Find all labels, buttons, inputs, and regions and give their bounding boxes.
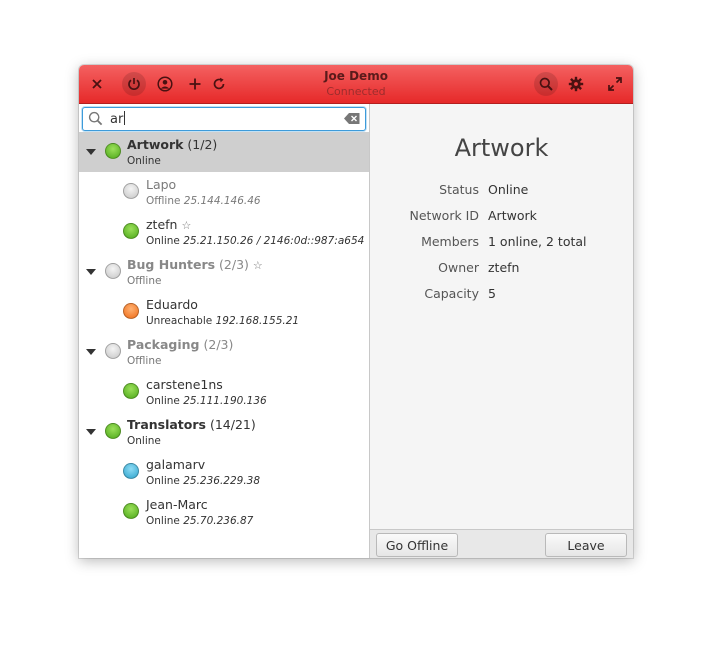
network-name: Packaging (2/3)	[127, 337, 234, 352]
network-name: Translators (14/21)	[127, 417, 256, 432]
network-name: Bug Hunters (2/3) ☆	[127, 257, 263, 272]
network-status: Offline	[127, 275, 162, 287]
network-properties: Status Online Network ID Artwork Members 1 on…	[370, 182, 633, 312]
status-indicator-icon	[123, 303, 139, 319]
network-status: Online	[127, 435, 161, 447]
member-status: Online 25.111.190.136	[146, 395, 267, 407]
property-row: Capacity 5	[370, 286, 633, 312]
status-indicator-icon	[105, 263, 121, 279]
member-status: Offline 25.144.146.46	[146, 195, 261, 207]
network-title: Artwork	[454, 134, 549, 162]
network-status: Online	[127, 155, 161, 167]
status-indicator-icon	[123, 223, 139, 239]
member-row[interactable]: Jean-Marc Online 25.70.236.87	[79, 492, 369, 532]
member-status: Online 25.236.229.38	[146, 475, 261, 487]
property-row: Owner ztefn	[370, 260, 633, 286]
star-icon: ☆	[252, 259, 263, 272]
gear-icon	[568, 76, 584, 92]
member-name: galamarv	[146, 457, 206, 472]
property-value: Online	[488, 182, 529, 197]
property-value: 5	[488, 286, 496, 301]
member-name: Eduardo	[146, 297, 198, 312]
property-value: ztefn	[488, 260, 520, 275]
member-address: 192.168.155.21	[215, 315, 300, 327]
expander-arrow-icon[interactable]	[86, 269, 96, 275]
property-label: Status	[439, 182, 479, 197]
member-status: Unreachable 192.168.155.21	[146, 315, 300, 327]
status-indicator-icon	[105, 143, 121, 159]
search-icon	[539, 77, 553, 91]
search-input[interactable]: ar	[110, 111, 126, 127]
member-row[interactable]: carstene1ns Online 25.111.190.136	[79, 372, 369, 412]
property-row: Status Online	[370, 182, 633, 208]
member-address: 25.236.229.38	[183, 475, 261, 487]
expander-arrow-icon[interactable]	[86, 429, 96, 435]
network-list-pane: ar Artwork (1/2) Online Lapo Offline 25.144…	[79, 104, 370, 558]
member-row[interactable]: galamarv Online 25.236.229.38	[79, 452, 369, 492]
property-label: Owner	[438, 260, 479, 275]
expander-arrow-icon[interactable]	[86, 149, 96, 155]
settings-button[interactable]	[564, 72, 588, 96]
member-row[interactable]: Eduardo Unreachable 192.168.155.21	[79, 292, 369, 332]
network-status: Offline	[127, 355, 162, 367]
member-name: carstene1ns	[146, 377, 223, 392]
search-field[interactable]: ar	[82, 107, 366, 131]
member-name: Lapo	[146, 177, 177, 192]
network-row[interactable]: Packaging (2/3) Offline	[79, 332, 369, 372]
status-indicator-icon	[123, 463, 139, 479]
header-bar: Joe Demo Connected	[79, 65, 633, 104]
member-name: ztefn ☆	[146, 217, 192, 232]
search-icon	[88, 111, 103, 126]
clear-search-icon[interactable]	[344, 113, 360, 124]
status-indicator-icon	[123, 183, 139, 199]
property-label: Capacity	[424, 286, 479, 301]
network-row[interactable]: Translators (14/21) Online	[79, 412, 369, 452]
member-name: Jean-Marc	[146, 497, 208, 512]
member-status: Online 25.70.236.87	[146, 515, 254, 527]
app-window: Joe Demo Connected ar Artwork (1/2) Onli…	[79, 65, 633, 558]
member-status: Online 25.21.150.26 / 2146:0d::987:a654	[146, 235, 365, 247]
member-address: 25.144.146.46	[183, 195, 261, 207]
member-address: 25.21.150.26 / 2146:0d::987:a654	[183, 235, 365, 247]
star-icon: ☆	[181, 219, 192, 232]
network-name: Artwork (1/2)	[127, 137, 218, 152]
maximize-icon	[608, 77, 622, 91]
action-bar: Go Offline Leave	[370, 529, 633, 558]
member-row[interactable]: Lapo Offline 25.144.146.46	[79, 172, 369, 212]
property-value: 1 online, 2 total	[488, 234, 587, 249]
expander-arrow-icon[interactable]	[86, 349, 96, 355]
property-row: Members 1 online, 2 total	[370, 234, 633, 260]
member-address: 25.70.236.87	[183, 515, 254, 527]
property-value: Artwork	[488, 208, 537, 223]
network-row[interactable]: Artwork (1/2) Online	[79, 132, 369, 172]
maximize-button[interactable]	[603, 72, 627, 96]
member-address: 25.111.190.136	[183, 395, 267, 407]
status-indicator-icon	[123, 503, 139, 519]
property-row: Network ID Artwork	[370, 208, 633, 234]
leave-button[interactable]: Leave	[545, 533, 627, 557]
property-label: Members	[421, 234, 479, 249]
go-offline-button[interactable]: Go Offline	[376, 533, 458, 557]
network-row[interactable]: Bug Hunters (2/3) ☆ Offline	[79, 252, 369, 292]
property-label: Network ID	[409, 208, 479, 223]
status-indicator-icon	[105, 423, 121, 439]
status-indicator-icon	[105, 343, 121, 359]
network-tree: Artwork (1/2) Online Lapo Offline 25.144.14…	[79, 132, 369, 532]
status-indicator-icon	[123, 383, 139, 399]
network-details-pane: Artwork Status Online Network ID Artwork Mem…	[370, 104, 633, 558]
member-row[interactable]: ztefn ☆Online 25.21.150.26 / 2146:0d::98…	[79, 212, 369, 252]
search-toggle-button[interactable]	[534, 72, 558, 96]
